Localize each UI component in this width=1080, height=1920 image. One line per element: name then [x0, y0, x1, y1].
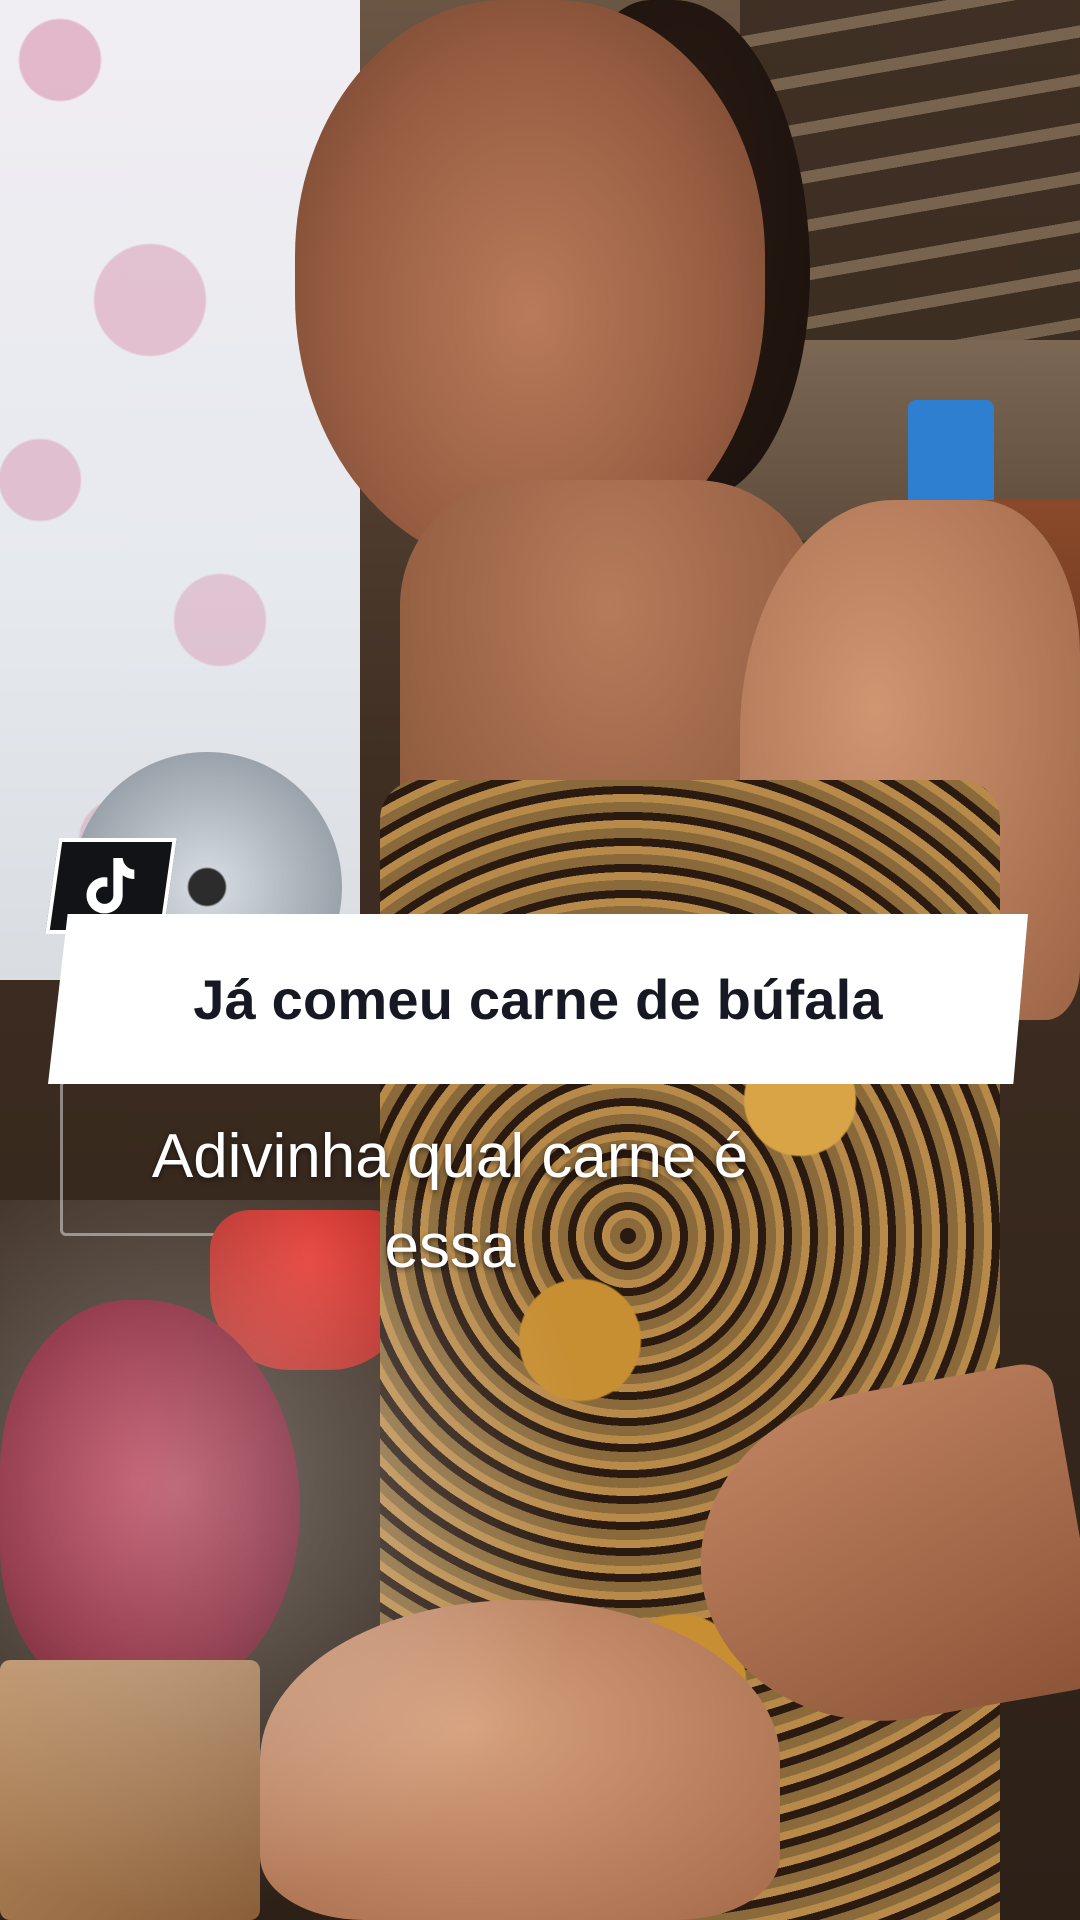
blue-container [908, 400, 994, 506]
title-caption-banner: Já comeu carne de búfala [48, 914, 1028, 1084]
video-subtitle: Adivinha qual carne é essa [70, 1112, 830, 1292]
title-caption: Já comeu carne de búfala [193, 967, 883, 1031]
subtitle-line-2: essa [384, 1212, 516, 1281]
sunlight-glare [0, 1200, 600, 1920]
subtitle-line-1: Adivinha qual carne é [151, 1122, 749, 1191]
